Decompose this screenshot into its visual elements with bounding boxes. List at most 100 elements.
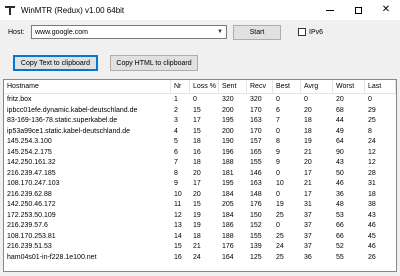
table-row[interactable]: 83-169-136-78.static.superkabel.de 3 17 195…	[4, 115, 396, 126]
cell-best: 8	[276, 138, 280, 145]
copy-text-button[interactable]: Copy Text to clipboard	[13, 55, 98, 71]
cell-recv: 155	[250, 159, 262, 166]
table-row[interactable]: 216.239.62.88 10 20 184 148 0 17 36 18	[4, 189, 396, 200]
cell-avrg: 37	[304, 211, 312, 219]
cell-avrg: 21	[304, 180, 312, 187]
cell-nr: 14	[174, 232, 182, 240]
cell-recv: 170	[250, 127, 262, 135]
start-button[interactable]: Start	[233, 25, 281, 40]
cell-hostname: 83-169-136-78.static.superkabel.de	[7, 117, 118, 124]
cell-last: 31	[368, 180, 376, 187]
cell-worst: 53	[336, 211, 344, 219]
cell-last: 46	[368, 222, 376, 229]
cell-worst: 48	[336, 201, 344, 208]
cell-sent: 184	[222, 211, 234, 219]
cell-avrg: 37	[304, 243, 312, 250]
cell-loss: 15	[193, 201, 201, 208]
cell-loss: 17	[193, 180, 201, 187]
cell-hostname: 216.239.47.185	[7, 169, 56, 177]
table-row[interactable]: 108.170.253.81 14 18 188 155 25 37 66 45	[4, 231, 396, 242]
cell-best: 0	[276, 169, 280, 177]
cell-loss: 24	[193, 253, 201, 261]
cell-best: 9	[276, 159, 280, 166]
cell-loss: 20	[193, 169, 201, 177]
cell-last: 38	[368, 201, 376, 208]
copy-html-button[interactable]: Copy HTML to clipboard	[110, 55, 198, 71]
cell-avrg: 19	[304, 138, 312, 145]
table-row[interactable]: 145.254.3.100 5 18 190 157 8 19 64 24	[4, 136, 396, 147]
cell-worst: 20	[336, 96, 344, 103]
cell-worst: 44	[336, 117, 344, 124]
table-row[interactable]: 172.253.50.109 12 19 184 150 25 37 53 43	[4, 210, 396, 221]
cell-worst: 52	[336, 243, 344, 250]
cell-sent: 188	[222, 232, 234, 240]
cell-nr: 16	[174, 253, 182, 261]
cell-recv: 150	[250, 211, 262, 219]
cell-sent: 184	[222, 190, 234, 198]
cell-best: 9	[276, 148, 280, 156]
cell-sent: 190	[222, 138, 234, 145]
table-row[interactable]: 142.250.161.32 7 18 188 155 9 20 43 12	[4, 157, 396, 168]
cell-hostname: fritz.box	[7, 96, 32, 103]
table-row[interactable]: ip53a99ce1.static.kabel-deutschland.de 4 1…	[4, 126, 396, 137]
cell-best: 0	[276, 190, 280, 198]
table-row[interactable]: 142.250.46.172 11 15 205 176 19 31 48 38	[4, 199, 396, 210]
cell-sent: 186	[222, 222, 234, 229]
cell-last: 29	[368, 106, 376, 114]
table-row[interactable]: 216.239.51.53 15 21 176 139 24 37 52 46	[4, 241, 396, 252]
cell-avrg: 31	[304, 201, 312, 208]
chevron-down-icon[interactable]: ▼	[214, 26, 226, 38]
minimize-button[interactable]	[316, 0, 344, 20]
ipv6-checkbox-group[interactable]: IPv6	[298, 28, 323, 36]
column-header-hostname[interactable]: Hostname	[4, 80, 171, 93]
cell-hostname: 172.253.50.109	[7, 211, 56, 219]
cell-best: 19	[276, 201, 284, 208]
cell-worst: 90	[336, 148, 344, 156]
cell-sent: 164	[222, 253, 234, 261]
cell-worst: 66	[336, 232, 344, 240]
table-row[interactable]: 145.254.2.175 6 16 196 165 9 21 90 12	[4, 147, 396, 158]
table-row[interactable]: 216.239.47.185 8 20 181 146 0 17 50 28	[4, 168, 396, 179]
column-header-nr[interactable]: Nr	[171, 80, 190, 93]
host-input[interactable]: www.google.com	[35, 29, 214, 36]
column-header-recv[interactable]: Recv	[247, 80, 273, 93]
cell-loss: 18	[193, 232, 201, 240]
cell-worst: 55	[336, 253, 344, 261]
cell-last: 26	[368, 253, 376, 261]
column-header-best[interactable]: Best	[273, 80, 301, 93]
column-header-loss[interactable]: Loss %	[190, 80, 219, 93]
cell-hostname: 142.250.161.32	[7, 159, 56, 166]
table-row[interactable]: 108.170.247.103 9 17 195 163 10 21 46 31	[4, 178, 396, 189]
results-table[interactable]: Hostname Nr Loss % Sent Recv Best Avrg W…	[3, 79, 397, 272]
column-header-sent[interactable]: Sent	[219, 80, 247, 93]
host-combobox[interactable]: www.google.com ▼	[31, 25, 227, 39]
ipv6-checkbox[interactable]	[298, 28, 306, 36]
table-row[interactable]: ham04s01-in-f228.1e100.net 16 24 164 125 25 36…	[4, 252, 396, 263]
cell-sent: 200	[222, 106, 234, 114]
cell-recv: 125	[250, 253, 262, 261]
cell-worst: 46	[336, 180, 344, 187]
column-header-last[interactable]: Last	[365, 80, 396, 93]
maximize-button[interactable]	[344, 0, 372, 20]
table-row[interactable]: ipbcc01efe.dynamic.kabel-deutschland.de 2…	[4, 105, 396, 116]
cell-hostname: 216.239.51.53	[7, 243, 52, 250]
cell-hostname: 142.250.46.172	[7, 201, 56, 208]
cell-best: 0	[276, 127, 280, 135]
cell-avrg: 18	[304, 117, 312, 124]
cell-loss: 18	[193, 159, 201, 166]
cell-recv: 176	[250, 201, 262, 208]
cell-nr: 10	[174, 190, 182, 198]
column-header-worst[interactable]: Worst	[333, 80, 365, 93]
cell-last: 0	[368, 96, 372, 103]
cell-recv: 157	[250, 138, 262, 145]
cell-last: 25	[368, 117, 376, 124]
table-row[interactable]: fritz.box 1 0 320 320 0 0 20 0	[4, 94, 396, 105]
cell-hostname: 145.254.2.175	[7, 148, 52, 156]
cell-recv: 152	[250, 222, 262, 229]
cell-avrg: 17	[304, 190, 312, 198]
close-button[interactable]: ✕	[372, 0, 400, 20]
cell-recv: 170	[250, 106, 262, 114]
cell-last: 28	[368, 169, 376, 177]
column-header-avrg[interactable]: Avrg	[301, 80, 333, 93]
table-row[interactable]: 216.239.57.6 13 19 186 152 0 37 66 46	[4, 220, 396, 231]
